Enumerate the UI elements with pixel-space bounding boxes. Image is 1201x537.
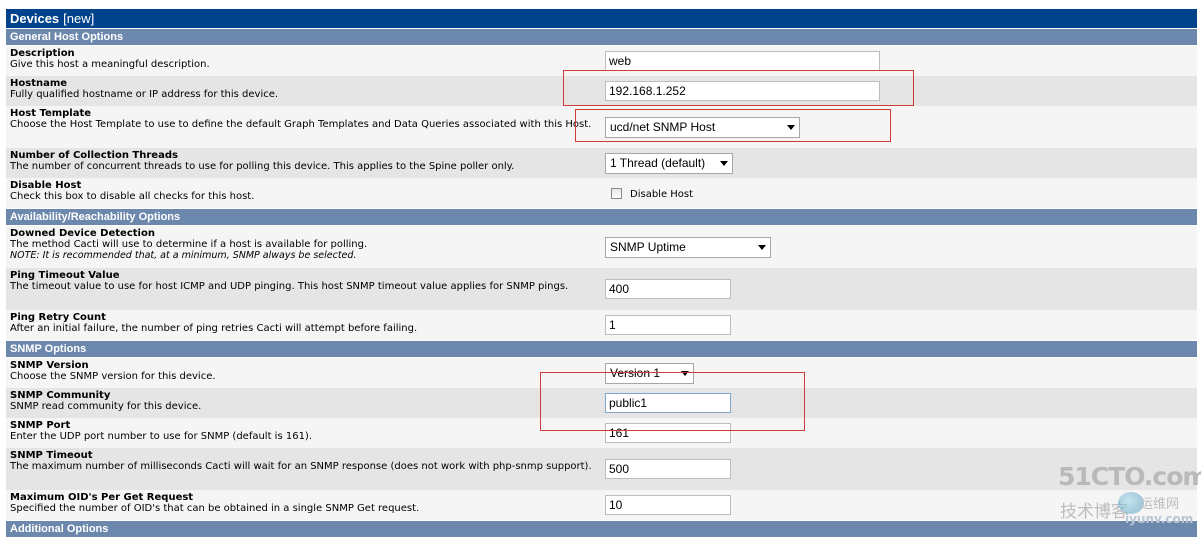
section-availability-options: Availability/Reachability Options (6, 209, 1197, 225)
host-template-value: ucd/net SNMP Host (610, 120, 716, 134)
downed-detection-help: The method Cacti will use to determine i… (10, 239, 368, 250)
disable-host-checkbox[interactable] (611, 188, 622, 199)
ping-timeout-label: Ping Timeout Value (10, 270, 120, 281)
snmp-community-input[interactable]: public1 (605, 393, 731, 413)
description-help: Give this host a meaningful description. (10, 59, 210, 70)
watermark-51cto: 51CTO.com (1058, 462, 1201, 491)
host-template-help: Choose the Host Template to use to defin… (10, 119, 592, 130)
description-label: Description (10, 48, 75, 59)
snmp-timeout-help: The maximum number of milliseconds Cacti… (10, 461, 592, 472)
ping-retry-help: After an initial failure, the number of … (10, 323, 418, 334)
snmp-version-select[interactable]: Version 1 (605, 363, 694, 384)
threads-select[interactable]: 1 Thread (default) (605, 153, 733, 174)
row-hostname: Hostname Fully qualified hostname or IP … (6, 76, 1197, 106)
threads-value: 1 Thread (default) (610, 156, 706, 170)
page-title: Devices (10, 11, 60, 26)
row-collection-threads: Number of Collection Threads The number … (6, 148, 1197, 178)
row-snmp-version: SNMP Version Choose the SNMP version for… (6, 358, 1197, 388)
row-snmp-port: SNMP Port Enter the UDP port number to u… (6, 418, 1197, 448)
chevron-down-icon (681, 371, 689, 376)
row-disable-host: Disable Host Check this box to disable a… (6, 178, 1197, 208)
downed-detection-select[interactable]: SNMP Uptime (605, 237, 771, 258)
chevron-down-icon (758, 245, 766, 250)
downed-detection-note: NOTE: It is recommended that, at a minim… (10, 250, 357, 261)
row-snmp-community: SNMP Community SNMP read community for t… (6, 388, 1197, 418)
snmp-community-label: SNMP Community (10, 390, 111, 401)
section-general-host-options: General Host Options (6, 29, 1197, 45)
field-label-group: Number of Collection Threads The number … (10, 150, 600, 172)
field-label-group: Ping Retry Count After an initial failur… (10, 312, 600, 334)
chevron-down-icon (720, 161, 728, 166)
field-label-group: Host Template Choose the Host Template t… (10, 108, 600, 130)
section-snmp-options: SNMP Options (6, 341, 1197, 357)
page-subtitle: [new] (63, 11, 95, 26)
snmp-port-help: Enter the UDP port number to use for SNM… (10, 431, 313, 442)
field-label-group: SNMP Timeout The maximum number of milli… (10, 450, 600, 472)
disable-host-label: Disable Host (10, 180, 82, 191)
snmp-version-help: Choose the SNMP version for this device. (10, 371, 216, 382)
snmp-version-value: Version 1 (610, 366, 661, 380)
ping-timeout-input[interactable]: 400 (605, 279, 731, 299)
row-max-oids: Maximum OID's Per Get Request Specified … (6, 490, 1197, 520)
field-label-group: Hostname Fully qualified hostname or IP … (10, 78, 600, 100)
row-snmp-timeout: SNMP Timeout The maximum number of milli… (6, 448, 1197, 490)
disable-host-help: Check this box to disable all checks for… (10, 191, 255, 202)
hostname-input[interactable]: 192.168.1.252 (605, 81, 880, 101)
snmp-version-label: SNMP Version (10, 360, 89, 371)
downed-detection-value: SNMP Uptime (610, 240, 686, 254)
field-label-group: Description Give this host a meaningful … (10, 48, 600, 70)
field-label-group: Downed Device Detection The method Cacti… (10, 228, 600, 261)
section-additional-options: Additional Options (6, 521, 1197, 537)
field-label-group: Maximum OID's Per Get Request Specified … (10, 492, 600, 514)
device-edit-form: Devices [new] General Host Options Descri… (0, 0, 1201, 537)
field-label-group: Disable Host Check this box to disable a… (10, 180, 600, 202)
row-ping-timeout: Ping Timeout Value The timeout value to … (6, 268, 1197, 310)
field-label-group: SNMP Version Choose the SNMP version for… (10, 360, 600, 382)
disable-host-checkbox-label[interactable]: Disable Host (630, 189, 693, 201)
row-description: Description Give this host a meaningful … (6, 46, 1197, 76)
row-host-template: Host Template Choose the Host Template t… (6, 106, 1197, 148)
max-oids-label: Maximum OID's Per Get Request (10, 492, 194, 503)
snmp-port-input[interactable]: 161 (605, 423, 731, 443)
row-ping-retry: Ping Retry Count After an initial failur… (6, 310, 1197, 340)
watermark-iyunv: iyunv.com (1125, 512, 1194, 526)
page-title-bar: Devices [new] (6, 9, 1197, 28)
snmp-timeout-label: SNMP Timeout (10, 450, 93, 461)
downed-detection-label: Downed Device Detection (10, 228, 155, 239)
field-label-group: Ping Timeout Value The timeout value to … (10, 270, 600, 292)
watermark-ops: 运维网 (1140, 497, 1180, 512)
max-oids-input[interactable]: 10 (605, 495, 731, 515)
threads-help: The number of concurrent threads to use … (10, 161, 515, 172)
hostname-label: Hostname (10, 78, 68, 89)
chevron-down-icon (787, 125, 795, 130)
ping-retry-input[interactable]: 1 (605, 315, 731, 335)
description-input[interactable]: web (605, 51, 880, 71)
threads-label: Number of Collection Threads (10, 150, 178, 161)
field-label-group: SNMP Port Enter the UDP port number to u… (10, 420, 600, 442)
snmp-timeout-input[interactable]: 500 (605, 459, 731, 479)
snmp-port-label: SNMP Port (10, 420, 71, 431)
host-template-label: Host Template (10, 108, 92, 119)
snmp-community-help: SNMP read community for this device. (10, 401, 202, 412)
ping-retry-label: Ping Retry Count (10, 312, 106, 323)
max-oids-help: Specified the number of OID's that can b… (10, 503, 420, 514)
row-downed-detection: Downed Device Detection The method Cacti… (6, 226, 1197, 268)
hostname-help: Fully qualified hostname or IP address f… (10, 89, 279, 100)
field-label-group: SNMP Community SNMP read community for t… (10, 390, 600, 412)
host-template-select[interactable]: ucd/net SNMP Host (605, 117, 800, 138)
ping-timeout-help: The timeout value to use for host ICMP a… (10, 281, 569, 292)
